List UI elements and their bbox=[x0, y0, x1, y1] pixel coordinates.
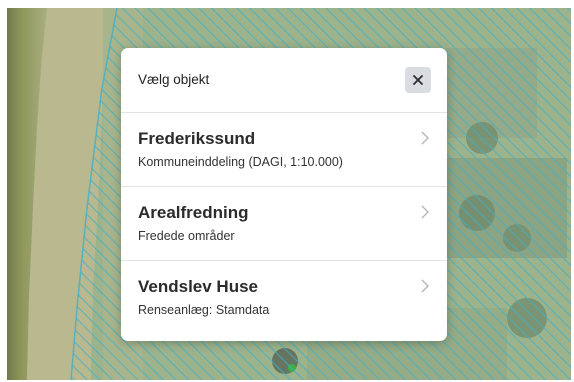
item-subtitle: Fredede områder bbox=[138, 229, 235, 243]
dialog-header: Vælg objekt bbox=[121, 48, 447, 113]
item-title: Vendslev Huse bbox=[138, 277, 259, 296]
map-viewport[interactable]: Vælg objekt Frederikssund Kommuneinddeli… bbox=[7, 8, 571, 380]
chevron-right-icon bbox=[421, 279, 429, 293]
item-subtitle: Kommuneinddeling (DAGI, 1:10.000) bbox=[138, 155, 343, 169]
item-title: Frederikssund bbox=[138, 129, 256, 148]
select-object-dialog: Vælg objekt Frederikssund Kommuneinddeli… bbox=[121, 48, 447, 341]
chevron-right-icon bbox=[421, 131, 429, 145]
list-item-vendslev-huse[interactable]: Vendslev Huse Renseanlæg: Stamdata bbox=[121, 261, 447, 334]
close-button[interactable] bbox=[405, 67, 431, 93]
chevron-right-icon bbox=[421, 205, 429, 219]
close-icon bbox=[413, 75, 423, 85]
item-subtitle: Renseanlæg: Stamdata bbox=[138, 303, 270, 317]
list-item-arealfredning[interactable]: Arealfredning Fredede områder bbox=[121, 187, 447, 261]
item-title: Arealfredning bbox=[138, 203, 249, 222]
dialog-title: Vælg objekt bbox=[138, 72, 210, 87]
list-item-frederikssund[interactable]: Frederikssund Kommuneinddeling (DAGI, 1:… bbox=[121, 113, 447, 187]
